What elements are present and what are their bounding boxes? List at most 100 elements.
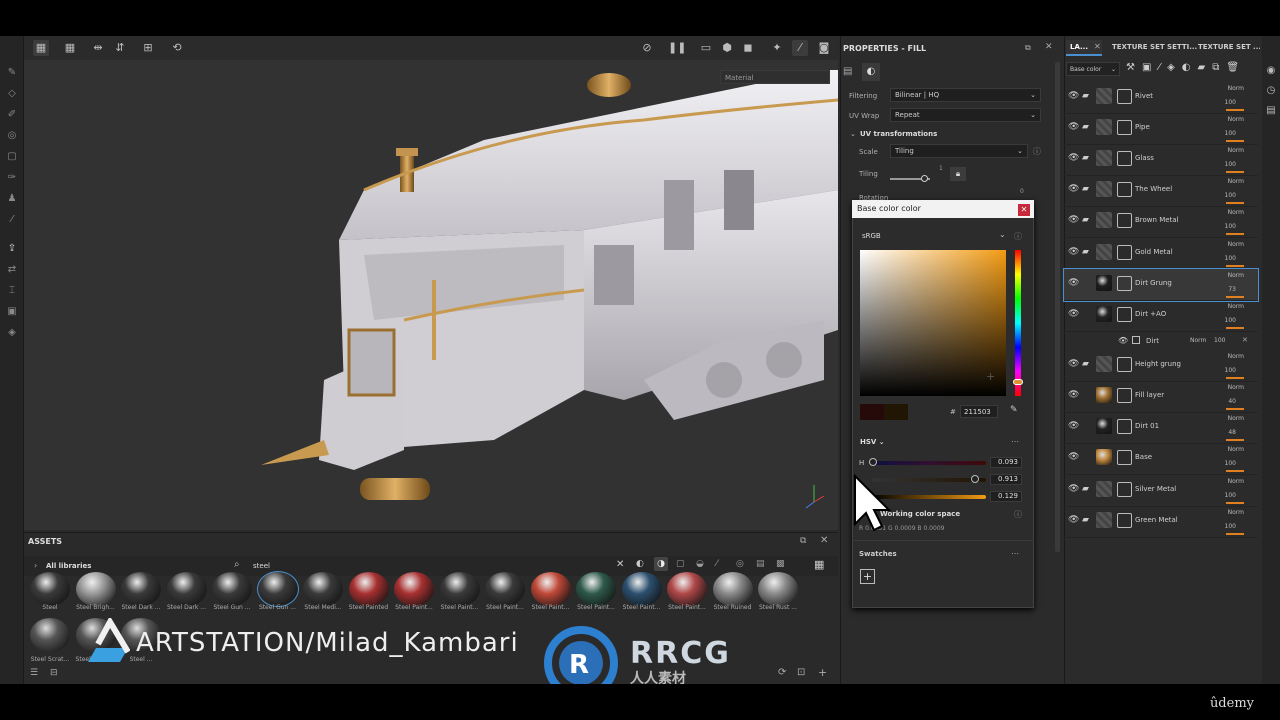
paint-brush-icon[interactable]: ✎: [5, 66, 19, 80]
h-value[interactable]: 0.093: [990, 457, 1022, 468]
blend-mode[interactable]: Norm: [1228, 384, 1244, 391]
grid-view-icon[interactable]: ▦: [814, 558, 824, 571]
eye-icon[interactable]: 👁︎: [1068, 153, 1079, 163]
layer-opacity[interactable]: 100: [1225, 192, 1236, 199]
s-value[interactable]: 0.913: [990, 474, 1022, 485]
eye-icon[interactable]: 👁︎: [1068, 421, 1079, 431]
picker-icon[interactable]: ⁄: [5, 213, 19, 227]
eye-icon[interactable]: 👁︎: [1068, 359, 1079, 369]
close-icon[interactable]: ✕: [1018, 204, 1030, 216]
3d-viewport[interactable]: [24, 60, 838, 530]
eye-icon[interactable]: 👁︎: [1068, 91, 1079, 101]
layer-row[interactable]: 👁︎ Dirt Grung Norm 73: [1063, 268, 1259, 302]
h-slider-handle[interactable]: [869, 458, 877, 466]
sphere-icon[interactable]: ◉: [1264, 64, 1278, 78]
eye-icon[interactable]: 👁︎: [1118, 336, 1128, 345]
asset-search-input[interactable]: steel: [253, 562, 270, 570]
eye-icon[interactable]: 👁︎: [1068, 515, 1079, 525]
info-icon[interactable]: ⓘ: [1014, 231, 1022, 242]
blend-mode[interactable]: Norm: [1228, 446, 1244, 453]
eye-icon[interactable]: 👁︎: [1068, 484, 1079, 494]
asset-thumbnail[interactable]: [212, 572, 252, 606]
camera-icon[interactable]: ◼: [740, 40, 756, 56]
folder-icon[interactable]: ▰: [1082, 247, 1089, 257]
asset-thumbnail[interactable]: [439, 572, 480, 606]
export-icon[interactable]: ⇄: [5, 263, 19, 277]
folder-icon[interactable]: ▰: [1082, 184, 1089, 194]
layer-opacity[interactable]: 100: [1225, 317, 1236, 324]
layer-opacity[interactable]: 100: [1225, 99, 1236, 106]
info-icon[interactable]: ⓘ: [1014, 509, 1022, 520]
eye-icon[interactable]: 👁︎: [1068, 184, 1079, 194]
filtering-dropdown[interactable]: Bilinear | HQ ⌄: [890, 88, 1041, 102]
layer-opacity[interactable]: 40: [1228, 398, 1236, 405]
eye-icon[interactable]: 👁︎: [1068, 452, 1079, 462]
close-icon[interactable]: ✕: [1045, 42, 1053, 52]
display-icon[interactable]: ◈: [5, 326, 19, 340]
material-dropdown[interactable]: Material: [720, 70, 830, 84]
notes-icon[interactable]: ▤: [1264, 104, 1278, 118]
eye-icon[interactable]: 👁︎: [1068, 122, 1079, 132]
uv-tab-icon[interactable]: ◐: [862, 63, 880, 81]
folder-icon[interactable]: ▰: [1082, 215, 1089, 225]
add-mask-icon[interactable]: ▣: [1142, 62, 1158, 73]
list-view-icon[interactable]: ☰: [30, 668, 38, 678]
brush-icon[interactable]: ⁄: [792, 40, 808, 56]
uvwrap-dropdown[interactable]: Repeat ⌄: [890, 108, 1041, 122]
blend-mode[interactable]: Norm: [1228, 415, 1244, 422]
library-selector[interactable]: All libraries: [46, 562, 91, 570]
asset-thumbnail[interactable]: [394, 572, 434, 606]
folder-icon[interactable]: ▰: [1082, 122, 1089, 132]
material-tab-icon[interactable]: ▤: [843, 66, 852, 77]
blend-mode[interactable]: Norm: [1228, 209, 1244, 216]
layer-opacity[interactable]: 100: [1225, 492, 1236, 499]
layer-row[interactable]: 👁︎ ▰ Pipe Norm 100: [1064, 113, 1258, 145]
layer-opacity[interactable]: 73: [1228, 286, 1236, 293]
asset-thumbnail[interactable]: [621, 572, 662, 606]
asset-thumbnail[interactable]: [75, 572, 116, 606]
undock-icon[interactable]: ⧉: [1025, 43, 1031, 53]
blend-mode[interactable]: Norm: [1228, 272, 1244, 279]
smudge-icon[interactable]: ✑: [5, 171, 19, 185]
layer-row[interactable]: 👁︎ ▰ Brown Metal Norm 100: [1064, 206, 1258, 238]
v-value[interactable]: 0.129: [990, 491, 1022, 502]
tab-texture-set-list[interactable]: TEXTURE SET ...: [1198, 43, 1260, 51]
add-asset-icon[interactable]: +: [818, 666, 827, 679]
close-icon[interactable]: ✕: [1094, 42, 1101, 51]
symmetry-icon[interactable]: ⇵: [112, 40, 128, 56]
s-slider-handle[interactable]: [971, 475, 979, 483]
polygon-fill-icon[interactable]: ▢: [5, 150, 19, 164]
layer-opacity[interactable]: 100: [1225, 367, 1236, 374]
layer-row[interactable]: 👁︎ ▰ Gold Metal Norm 100: [1064, 238, 1258, 270]
blend-mode[interactable]: Norm: [1228, 353, 1244, 360]
pause-icon[interactable]: ❚❚: [668, 40, 686, 56]
rotation-value[interactable]: 0: [1020, 188, 1024, 195]
layer-opacity[interactable]: 100: [1225, 255, 1236, 262]
clear-search-icon[interactable]: ✕: [616, 559, 624, 570]
eyedropper-icon[interactable]: ✎: [1010, 405, 1018, 415]
eye-icon[interactable]: 👁︎: [1068, 309, 1079, 319]
layer-opacity[interactable]: 100: [1225, 523, 1236, 530]
add-fill-layer-icon[interactable]: ◈: [1167, 62, 1182, 73]
collapse-icon[interactable]: ⌄: [850, 130, 856, 138]
filter-texture-icon[interactable]: ◒: [696, 559, 704, 569]
folder-icon[interactable]: ▰: [1082, 91, 1089, 101]
layer-row[interactable]: 👁︎ ▰ The Wheel Norm 100: [1064, 175, 1258, 207]
layer-row[interactable]: 👁︎ Base Norm 100: [1064, 443, 1258, 475]
asset-thumbnail[interactable]: [758, 572, 798, 606]
frame-icon[interactable]: ⊞: [140, 40, 156, 56]
chevron-right-icon[interactable]: ›: [34, 561, 37, 570]
import-icon[interactable]: ⊡: [797, 667, 805, 678]
bake-icon[interactable]: ⇪: [5, 242, 19, 256]
blend-mode[interactable]: Norm: [1228, 478, 1244, 485]
projection-icon[interactable]: ✐: [5, 108, 19, 122]
asset-thumbnail[interactable]: [30, 572, 70, 606]
light-icon[interactable]: ✦: [769, 40, 785, 56]
eye-off-icon[interactable]: ⊘: [639, 40, 655, 56]
clone-icon[interactable]: ♟: [5, 192, 19, 206]
close-icon[interactable]: ✕: [1242, 336, 1248, 344]
duplicate-icon[interactable]: ⧉: [1212, 62, 1226, 73]
layer-opacity[interactable]: 100: [1225, 161, 1236, 168]
eye-icon[interactable]: 👁︎: [1068, 390, 1079, 400]
add-effect-icon[interactable]: ⚒: [1126, 62, 1142, 73]
